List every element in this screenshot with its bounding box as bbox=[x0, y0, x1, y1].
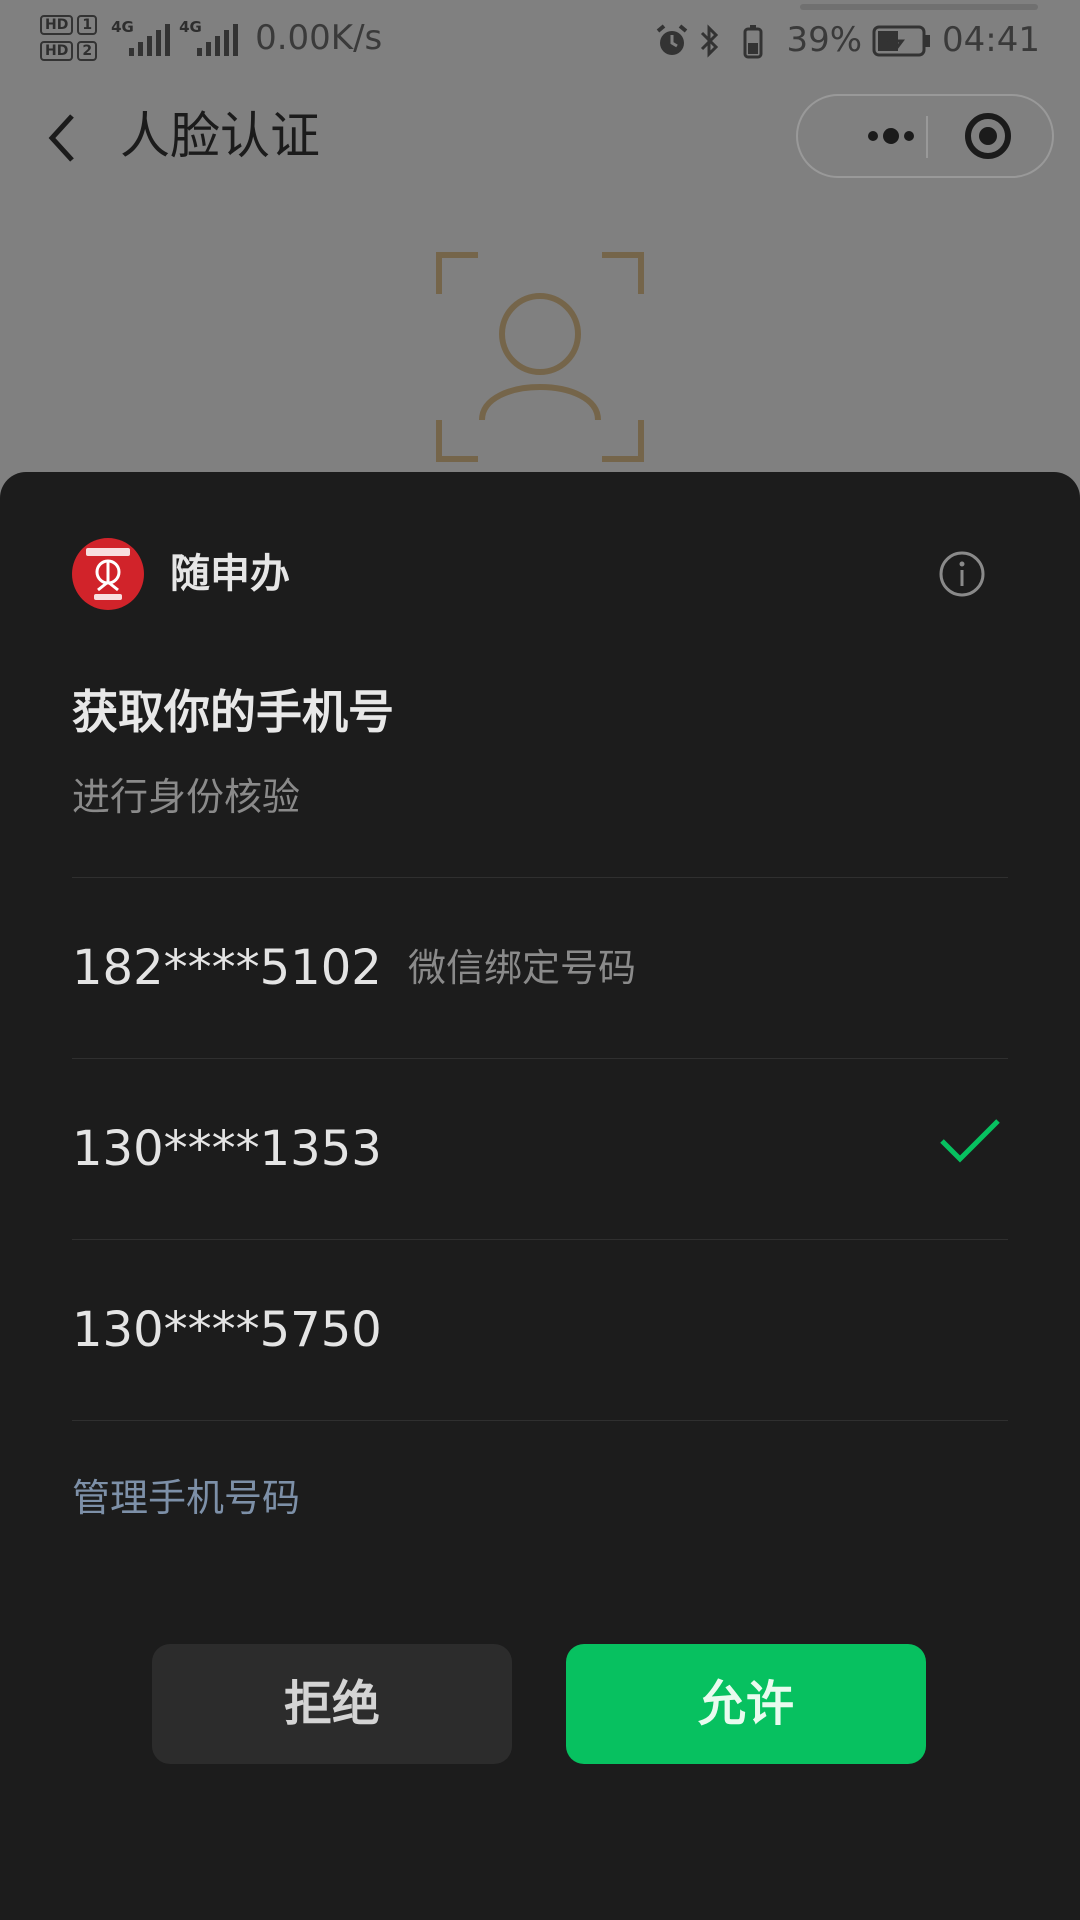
battery-saver-icon bbox=[742, 23, 776, 59]
status-bar: HD 1 HD 2 4G 4G 0.00K/s 39% 04:41 bbox=[0, 0, 1080, 80]
sim1-hd-label: HD bbox=[40, 15, 74, 35]
app-name: 随申办 bbox=[170, 551, 290, 597]
sim1-number: 1 bbox=[77, 15, 98, 35]
app-header: 随申办 bbox=[72, 538, 1012, 610]
page-title: 人脸认证 bbox=[120, 107, 320, 165]
deny-button[interactable]: 拒绝 bbox=[152, 1644, 512, 1764]
bluetooth-icon bbox=[698, 23, 732, 58]
app-logo bbox=[72, 538, 144, 610]
back-button[interactable] bbox=[38, 108, 98, 168]
signal-icon-1: 4G bbox=[111, 16, 171, 60]
more-button[interactable] bbox=[828, 96, 938, 176]
phone-option-3[interactable]: 130****5750 bbox=[72, 1240, 1008, 1420]
close-miniprogram-button[interactable] bbox=[964, 112, 1012, 160]
clock: 04:41 bbox=[942, 20, 1040, 60]
phone-tag: 微信绑定号码 bbox=[408, 946, 637, 990]
target-icon bbox=[965, 113, 1011, 159]
miniprogram-capsule bbox=[796, 94, 1054, 178]
status-left: HD 1 HD 2 4G 4G 0.00K/s bbox=[40, 8, 382, 68]
signal-icon-2: 4G bbox=[179, 16, 239, 60]
request-subtitle: 进行身份核验 bbox=[72, 775, 301, 819]
battery-charging-icon bbox=[872, 23, 932, 57]
network-speed: 0.00K/s bbox=[255, 18, 383, 58]
sim2-number: 2 bbox=[77, 41, 98, 61]
phone-number: 130****5750 bbox=[72, 1302, 382, 1358]
allow-button[interactable]: 允许 bbox=[566, 1644, 926, 1764]
status-right: 39% 04:41 bbox=[654, 10, 1040, 70]
phone-option-1[interactable]: 182****5102 微信绑定号码 bbox=[72, 878, 1008, 1058]
phone-option-2[interactable]: 130****1353 bbox=[72, 1059, 1008, 1239]
checkmark-icon bbox=[940, 1119, 1000, 1163]
sim2-indicator: HD 2 bbox=[40, 41, 98, 61]
back-arrow-icon bbox=[48, 114, 74, 162]
capsule-divider bbox=[926, 116, 928, 158]
face-frame-icon bbox=[436, 252, 644, 462]
nav-bar: 人脸认证 bbox=[0, 82, 1080, 192]
alarm-icon bbox=[654, 23, 688, 57]
phone-auth-sheet: 随申办 获取你的手机号 进行身份核验 182****5102 微信绑定号码 13… bbox=[0, 472, 1080, 1920]
sim2-hd-label: HD bbox=[40, 41, 74, 61]
info-icon[interactable] bbox=[938, 550, 986, 598]
phone-number: 182****5102 bbox=[72, 940, 382, 996]
sim1-indicator: HD 1 bbox=[40, 15, 98, 35]
manage-phone-link[interactable]: 管理手机号码 bbox=[72, 1472, 300, 1524]
more-dots-icon bbox=[868, 128, 914, 144]
request-title: 获取你的手机号 bbox=[72, 685, 394, 739]
battery-percent: 39% bbox=[786, 20, 863, 60]
divider bbox=[72, 1420, 1008, 1421]
sim-indicators: HD 1 HD 2 bbox=[40, 15, 98, 61]
phone-number: 130****1353 bbox=[72, 1121, 382, 1177]
